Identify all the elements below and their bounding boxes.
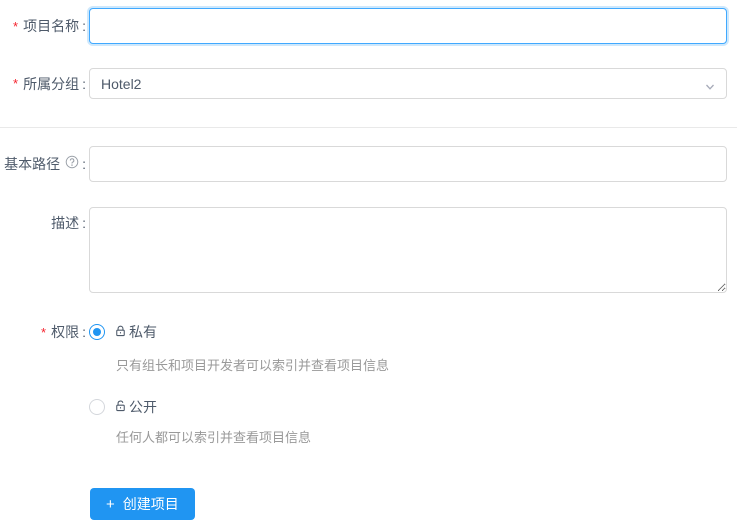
group-select-value: Hotel2 [101,75,142,92]
label-colon: : [82,215,86,231]
description-label-text: 描述 [51,215,80,231]
permission-label-text: 权限 [51,324,80,340]
permission-radio-private[interactable]: 私有 [89,322,727,342]
private-option-label: 私有 [129,324,157,340]
public-option-description: 任何人都可以索引并查看项目信息 [116,430,312,445]
label-colon: : [82,324,86,340]
base-path-label-text: 基本路径 [4,156,61,172]
base-path-label: 基本路径 : [0,154,86,174]
create-project-button-label: 创建项目 [122,496,179,512]
required-asterisk: * [13,18,19,34]
project-name-label: * 项目名称 : [0,16,86,36]
chevron-down-icon [705,79,715,95]
project-name-input[interactable] [89,8,727,44]
description-row: 描述 : [0,207,737,293]
label-colon: : [82,75,86,92]
create-project-button[interactable]: + 创建项目 [90,488,195,520]
group-select[interactable]: Hotel2 [89,68,727,99]
permission-radio-public[interactable]: 公开 [89,397,727,417]
radio-circle-selected [89,324,105,340]
project-name-label-text: 项目名称 [23,18,80,34]
required-asterisk: * [41,324,47,340]
permission-label: * 权限 : [0,322,86,342]
submit-row: + 创建项目 [90,488,737,520]
group-row: * 所属分组 : Hotel2 [0,68,737,99]
label-colon: : [82,156,86,172]
base-path-input[interactable] [89,146,727,182]
question-circle-icon[interactable] [65,154,79,174]
public-option-label: 公开 [129,399,157,415]
lock-icon [114,324,127,341]
radio-circle-unselected [89,399,105,415]
unlock-icon [114,399,127,416]
group-label-text: 所属分组 [23,75,80,92]
project-name-row: * 项目名称 : [0,8,737,44]
description-textarea[interactable] [89,207,727,293]
group-label: * 所属分组 : [0,74,86,94]
private-option-description: 只有组长和项目开发者可以索引并查看项目信息 [116,358,390,373]
required-asterisk: * [13,76,19,91]
permission-row: * 权限 : 私有 只有组长和项目开发者可以索引并查看项目信息 公开 任何人都可… [0,322,737,447]
base-path-row: 基本路径 : [0,146,737,182]
plus-icon: + [106,495,115,513]
section-divider [0,127,737,128]
description-label: 描述 : [0,207,86,233]
label-colon: : [82,18,86,34]
create-project-form: * 项目名称 : * 所属分组 : Hotel2 基本路径: 描述: * 权… [0,0,737,520]
